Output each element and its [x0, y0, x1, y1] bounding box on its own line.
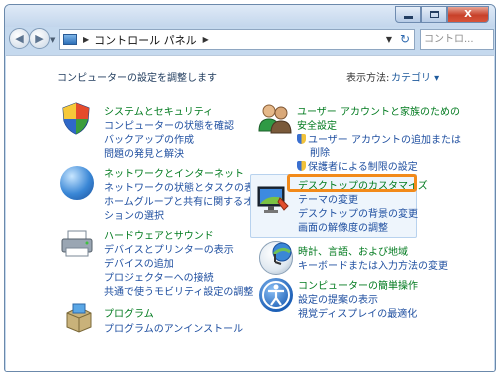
forward-button[interactable]: ▶ [29, 28, 50, 49]
link-change-keyboard[interactable]: キーボードまたは入力方法の変更 [298, 257, 448, 272]
minimize-icon [403, 16, 413, 19]
ease-of-access-icon[interactable] [259, 278, 293, 312]
category-user-accounts-cont[interactable]: 安全設定 [297, 117, 337, 132]
category-hardware-sound[interactable]: ハードウェアとサウンド [104, 227, 214, 242]
maximize-icon [429, 11, 439, 18]
back-button[interactable]: ◀ [9, 28, 30, 49]
breadcrumb-chevron-icon[interactable]: ▶ [203, 35, 209, 44]
uac-shield-icon [297, 161, 306, 171]
link-let-windows-suggest[interactable]: 設定の提案の表示 [298, 291, 378, 306]
uac-shield-icon [297, 134, 306, 144]
link-create-backup[interactable]: バックアップの作成 [104, 131, 194, 146]
link-homegroup-sharing-cont[interactable]: ションの選択 [104, 207, 164, 222]
category-system-security[interactable]: システムとセキュリティ [104, 103, 213, 118]
printer-icon[interactable] [60, 230, 94, 258]
close-icon: X [464, 9, 472, 20]
link-uninstall-program[interactable]: プログラムのアンインストール [104, 320, 243, 335]
back-arrow-icon: ◀ [15, 32, 24, 45]
breadcrumb-chevron-icon[interactable]: ▶ [83, 35, 89, 44]
recent-pages-dropdown-icon[interactable]: ▼ [50, 36, 55, 44]
link-find-fix-problems[interactable]: 問題の発見と解決 [104, 145, 184, 160]
maximize-button[interactable] [421, 6, 447, 23]
link-check-computer-status[interactable]: コンピューターの状態を確認 [104, 117, 234, 132]
link-add-remove-accounts-cont[interactable]: 削除 [310, 144, 330, 159]
view-by-dropdown[interactable]: カテゴリ ▾ [391, 69, 439, 84]
clock-globe-icon[interactable] [259, 241, 293, 275]
search-input[interactable] [421, 34, 493, 45]
address-row: ◀ ▶ ▼ ▶ コントロール パネル ▶ ▼ ↻ [5, 25, 495, 55]
category-network-internet[interactable]: ネットワークとインターネット [104, 165, 244, 180]
category-ease-of-access[interactable]: コンピューターの簡単操作 [298, 277, 418, 292]
link-change-background[interactable]: デスクトップの背景の変更 [298, 205, 418, 220]
security-shield-icon[interactable] [60, 101, 92, 135]
link-network-status[interactable]: ネットワークの状態とタスクの表示 [104, 179, 264, 194]
main-content: コンピューターの設定を調整します 表示方法: カテゴリ ▾ システムとセキュリテ… [6, 55, 494, 371]
category-clock-language-region[interactable]: 時計、言語、および地域 [298, 243, 408, 258]
users-icon[interactable] [257, 101, 293, 135]
breadcrumb-control-panel[interactable]: コントロール パネル [94, 32, 197, 48]
display-icon[interactable] [256, 184, 290, 216]
minimize-button[interactable] [395, 6, 421, 23]
link-optimize-display[interactable]: 視覚ディスプレイの最適化 [298, 305, 417, 320]
link-adjust-resolution[interactable]: 画面の解像度の調整 [298, 219, 388, 234]
link-devices-printers[interactable]: デバイスとプリンターの表示 [104, 241, 234, 256]
link-homegroup-sharing[interactable]: ホームグループと共有に関するオプ [104, 193, 263, 208]
control-panel-window: X ◀ ▶ ▼ ▶ コントロール パネル ▶ ▼ ↻ コンピューターの設定を調整… [4, 4, 496, 372]
link-mobility-settings[interactable]: 共通で使うモビリティ設定の調整 [104, 283, 253, 298]
highlight-annotation-box [287, 174, 417, 192]
forward-arrow-icon: ▶ [35, 32, 44, 45]
category-user-accounts[interactable]: ユーザー アカウントと家族のための [297, 103, 460, 118]
view-by-label: 表示方法: [346, 73, 390, 84]
close-button[interactable]: X [447, 6, 489, 23]
address-bar[interactable]: ▶ コントロール パネル ▶ ▼ ↻ [59, 29, 415, 50]
control-panel-icon [63, 34, 77, 45]
link-add-device[interactable]: デバイスの追加 [104, 255, 174, 270]
link-connect-projector[interactable]: プロジェクターへの接続 [104, 269, 214, 284]
page-heading: コンピューターの設定を調整します [57, 73, 217, 84]
category-programs[interactable]: プログラム [104, 305, 154, 320]
link-parental-controls[interactable]: 保護者による制限の設定 [297, 158, 418, 173]
link-change-theme[interactable]: テーマの変更 [298, 191, 358, 206]
refresh-icon[interactable]: ↻ [400, 32, 410, 46]
window-controls: X [395, 6, 489, 23]
address-dropdown-icon[interactable]: ▼ [386, 35, 392, 44]
search-box[interactable] [420, 29, 494, 50]
programs-icon[interactable] [64, 303, 94, 333]
title-bar: X [5, 5, 495, 27]
network-globe-icon[interactable] [60, 166, 94, 200]
